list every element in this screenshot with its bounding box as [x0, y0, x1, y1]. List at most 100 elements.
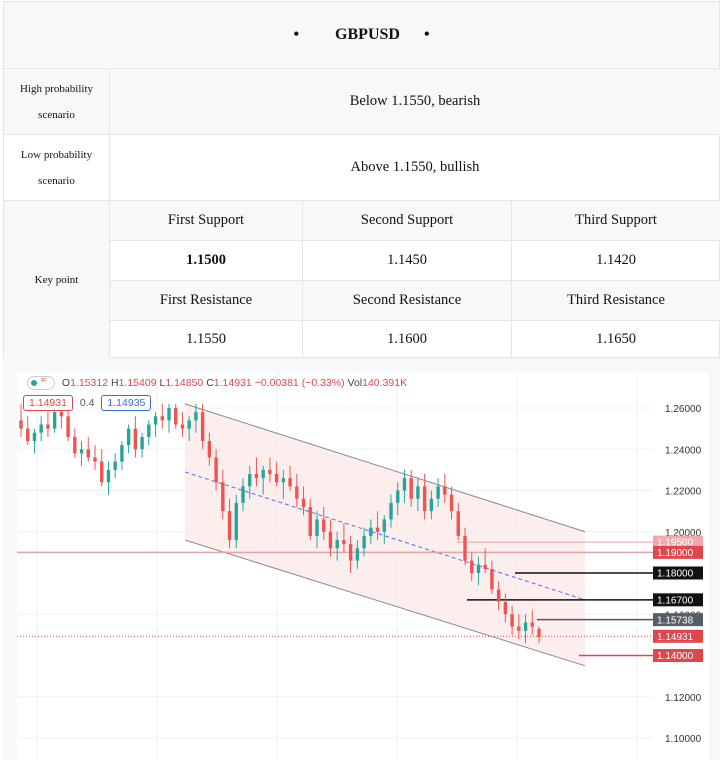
price-tag-label: 1.14931: [657, 632, 694, 643]
candle-body: [389, 502, 393, 520]
price-tag-label: 1.14000: [657, 651, 694, 662]
price-tag-label: 1.18000: [657, 569, 694, 580]
chart-panel: 1.260001.240001.220001.200001.160001.120…: [3, 358, 720, 760]
third-support-value: 1.1420: [511, 240, 720, 281]
first-resistance-header: First Resistance: [109, 280, 303, 321]
key-point-label: Key point: [4, 200, 110, 359]
candle-body: [335, 540, 339, 549]
candle-body: [153, 416, 158, 425]
candle-body: [174, 408, 178, 425]
y-tick-label: 1.12000: [665, 693, 702, 704]
candle-body: [147, 424, 151, 437]
first-support-value: 1.1500: [109, 240, 303, 281]
change-value: −0.00381 (−0.33%): [254, 376, 345, 389]
candle-body: [517, 626, 521, 631]
chart-svg: 1.260001.240001.220001.200001.160001.120…: [17, 372, 709, 760]
candle-body: [301, 498, 306, 507]
candle-body: [214, 457, 218, 483]
open-label: O: [61, 376, 71, 389]
bullet-right: •: [423, 25, 430, 43]
price-tag-label: 1.15738: [657, 615, 694, 626]
y-tick-label: 1.22000: [665, 487, 702, 498]
candle-body: [113, 461, 117, 470]
candle-body: [503, 601, 508, 615]
low-scenario-value: Above 1.1550, bullish: [109, 134, 720, 201]
candle-body: [409, 478, 413, 499]
vol-value: 140.391K: [362, 376, 408, 389]
spread-value: 0.4: [79, 397, 95, 409]
vol-label: Vol: [347, 376, 363, 389]
candle-body: [52, 412, 57, 429]
candle-body: [133, 428, 138, 450]
candle-body: [32, 432, 37, 441]
candle-body: [234, 502, 238, 540]
candle-body: [322, 519, 326, 532]
high-label: H: [110, 376, 119, 389]
symbol-header: • GBPUSD •: [4, 2, 719, 67]
bid-ask-row: 1.14931 0.4 1.14935: [23, 395, 152, 411]
candle-body: [100, 461, 104, 483]
candle-body: [422, 486, 427, 512]
candle-body: [523, 622, 528, 631]
candle-body: [194, 412, 198, 421]
candle-body: [167, 408, 171, 421]
candle-body: [537, 628, 541, 637]
candle-body: [86, 449, 90, 458]
candle-body: [490, 568, 494, 590]
second-support-header: Second Support: [302, 200, 512, 241]
candle-body: [180, 424, 185, 429]
candle-body: [274, 474, 279, 483]
candle-body: [160, 416, 164, 421]
candle-body: [369, 527, 373, 536]
candle-body: [402, 478, 407, 491]
high-scenario-value: Below 1.1550, bearish: [109, 68, 720, 135]
candle-body: [281, 478, 286, 483]
open-value: 1.15312: [70, 376, 109, 389]
price-tag-label: 1.19000: [657, 548, 694, 559]
candle-body: [530, 622, 534, 627]
candle-body: [355, 548, 360, 561]
candle-body: [416, 486, 420, 499]
high-scenario-label: High probability scenario: [4, 68, 110, 135]
candle-body: [308, 507, 312, 536]
candle-body: [476, 564, 481, 573]
second-support-value: 1.1450: [302, 240, 512, 281]
candle-body: [120, 445, 124, 462]
candle-body: [362, 535, 366, 549]
candle-body: [396, 490, 400, 503]
second-resistance-header: Second Resistance: [302, 280, 512, 321]
candle-body: [200, 412, 205, 441]
candle-body: [93, 457, 97, 462]
bid-button[interactable]: 1.14931: [23, 395, 73, 411]
low-scenario-label: Low probability scenario: [4, 134, 110, 201]
candle-body: [221, 482, 225, 512]
candle-body: [66, 416, 70, 437]
candle-body: [288, 478, 292, 487]
candle-body: [140, 436, 144, 450]
candle-body: [73, 436, 77, 454]
candle-body: [254, 474, 259, 479]
candle-body: [510, 614, 514, 627]
candle-body: [248, 474, 252, 487]
ask-button[interactable]: 1.14935: [101, 395, 152, 411]
candle-body: [456, 511, 460, 536]
candle-body: [19, 420, 23, 429]
candle-body: [187, 420, 191, 429]
symbol-title: GBPUSD: [335, 25, 400, 43]
analysis-table: • GBPUSD • High probability scenario Below…: [3, 1, 720, 359]
candle-body: [348, 544, 353, 561]
candle-body: [449, 494, 454, 512]
candle-body: [463, 535, 467, 561]
live-indicator-icon: ≈: [27, 375, 55, 390]
candle-body: [227, 511, 232, 540]
y-tick-label: 1.24000: [665, 445, 702, 456]
price-chart[interactable]: 1.260001.240001.220001.200001.160001.120…: [17, 372, 709, 760]
candle-body: [39, 424, 43, 433]
candle-body: [496, 589, 501, 602]
candle-body: [342, 540, 346, 545]
candle-body: [26, 428, 30, 441]
candle-body: [315, 519, 319, 536]
candle-body: [382, 519, 386, 532]
bullet-left: •: [293, 25, 300, 43]
first-support-header: First Support: [109, 200, 303, 241]
